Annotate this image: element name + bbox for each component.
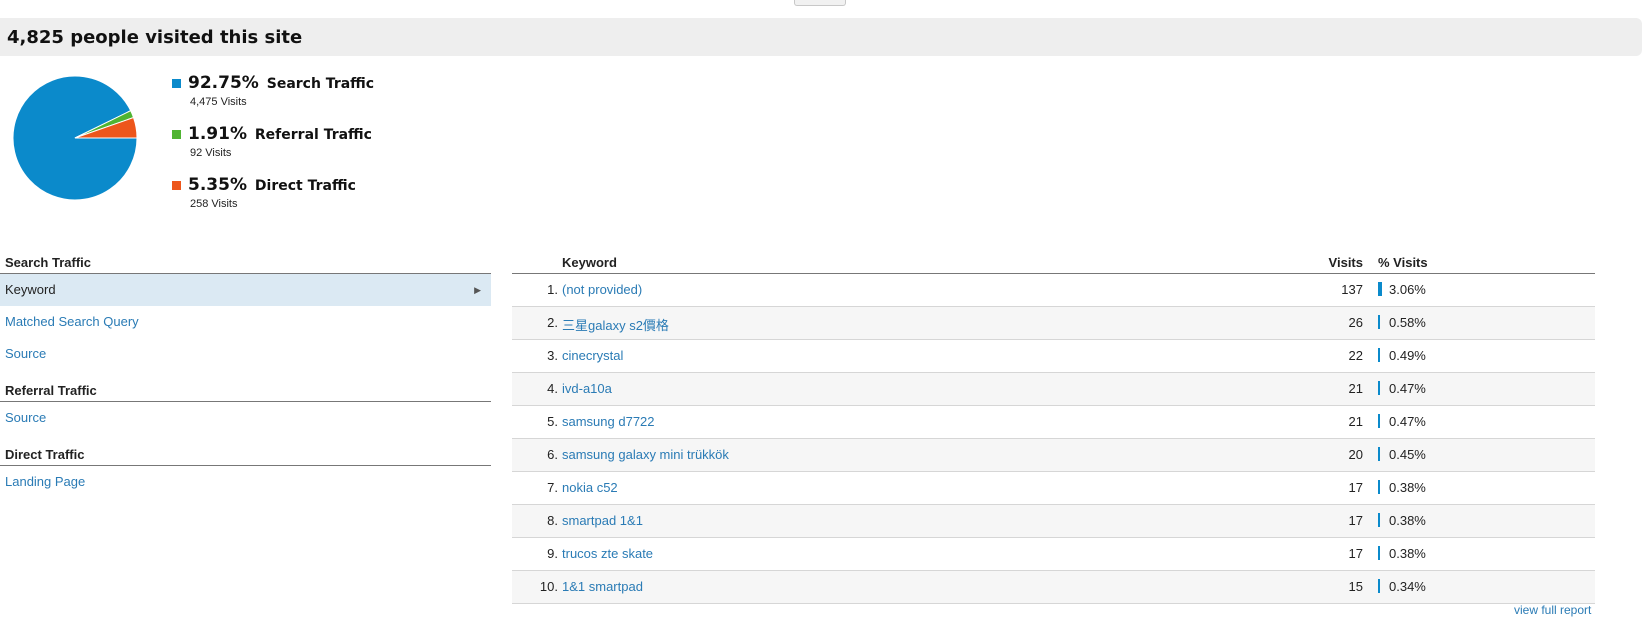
keyword-link[interactable]: samsung d7722 [562, 414, 655, 429]
keyword-link[interactable]: trucos zte skate [562, 546, 653, 561]
referral-label: Referral Traffic [254, 127, 372, 143]
nav-landing-page[interactable]: Landing Page [0, 466, 491, 498]
referral-swatch [172, 130, 181, 139]
pct-visits-value: 0.49% [1389, 348, 1426, 363]
row-rank: 2. [547, 315, 558, 330]
visits-value: 20 [1348, 447, 1363, 462]
visits-value: 17 [1348, 513, 1363, 528]
referral-traffic-heading: Referral Traffic [0, 380, 491, 402]
row-rank: 9. [547, 546, 558, 561]
table-row[interactable]: 3. cinecrystal 22 0.49% [512, 340, 1595, 373]
pct-bar [1378, 414, 1380, 428]
pct-bar [1378, 381, 1380, 395]
visits-value: 21 [1348, 414, 1363, 429]
direct-swatch [172, 181, 181, 190]
table-row[interactable]: 9. trucos zte skate 17 0.38% [512, 538, 1595, 571]
pct-visits-value: 0.38% [1389, 513, 1426, 528]
traffic-sources-nav: Search Traffic Keyword ▶ Matched Search … [0, 252, 491, 498]
keyword-link[interactable]: nokia c52 [562, 480, 618, 495]
nav-keyword[interactable]: Keyword ▶ [0, 274, 491, 306]
pct-visits-value: 0.38% [1389, 480, 1426, 495]
overview-header: 4,825 people visited this site [0, 18, 1642, 56]
keyword-link[interactable]: samsung galaxy mini trükkök [562, 447, 729, 462]
pct-bar [1378, 315, 1380, 329]
visits-value: 15 [1348, 579, 1363, 594]
visits-value: 21 [1348, 381, 1363, 396]
pct-visits-value: 0.34% [1389, 579, 1426, 594]
view-full-report-link[interactable]: view full report [1514, 603, 1591, 617]
keyword-table: Keyword Visits % Visits 1. (not provided)… [512, 252, 1595, 604]
table-row[interactable]: 2. 三星galaxy s2價格 26 0.58% [512, 307, 1595, 340]
row-rank: 1. [547, 282, 558, 297]
table-row[interactable]: 7. nokia c52 17 0.38% [512, 472, 1595, 505]
table-row[interactable]: 4. ivd-a10a 21 0.47% [512, 373, 1595, 406]
col-visits-header[interactable]: Visits [1329, 255, 1363, 270]
keyword-link[interactable]: smartpad 1&1 [562, 513, 643, 528]
page-title: 4,825 people visited this site [7, 27, 303, 48]
row-rank: 3. [547, 348, 558, 363]
keyword-link[interactable]: 1&1 smartpad [562, 579, 643, 594]
pct-visits-value: 0.45% [1389, 447, 1426, 462]
table-header: Keyword Visits % Visits [512, 252, 1595, 274]
referral-pct: 1.91% [188, 124, 247, 144]
pct-bar [1378, 579, 1380, 593]
pct-visits-value: 0.47% [1389, 414, 1426, 429]
table-row[interactable]: 6. samsung galaxy mini trükkök 20 0.45% [512, 439, 1595, 472]
pct-bar [1378, 447, 1380, 461]
visits-value: 137 [1341, 282, 1363, 297]
nav-matched-search-query[interactable]: Matched Search Query [0, 306, 491, 338]
search-swatch [172, 79, 181, 88]
direct-label: Direct Traffic [254, 178, 356, 194]
row-rank: 5. [547, 414, 558, 429]
nav-keyword-label: Keyword [5, 282, 56, 297]
keyword-link[interactable]: cinecrystal [562, 348, 623, 363]
row-rank: 4. [547, 381, 558, 396]
row-rank: 10. [539, 579, 558, 594]
pct-bar [1378, 282, 1382, 296]
search-visits: 4,475 Visits [190, 96, 247, 108]
pct-visits-value: 0.58% [1389, 315, 1426, 330]
row-rank: 7. [547, 480, 558, 495]
direct-pct: 5.35% [188, 175, 247, 195]
pct-bar [1378, 480, 1380, 494]
pct-bar [1378, 546, 1380, 560]
keyword-link[interactable]: ivd-a10a [562, 381, 612, 396]
traffic-pie-chart [12, 75, 138, 201]
search-traffic-heading: Search Traffic [0, 252, 491, 274]
keyword-link[interactable]: (not provided) [562, 282, 642, 297]
search-label: Search Traffic [266, 76, 375, 92]
direct-visits: 258 Visits [190, 198, 238, 210]
table-row[interactable]: 5. samsung d7722 21 0.47% [512, 406, 1595, 439]
visits-value: 22 [1348, 348, 1363, 363]
visits-value: 17 [1348, 480, 1363, 495]
nav-search-source[interactable]: Source [0, 338, 491, 370]
pct-visits-value: 0.38% [1389, 546, 1426, 561]
col-keyword-header[interactable]: Keyword [562, 255, 617, 270]
table-body: 1. (not provided) 137 3.06% 2. 三星galaxy s2價格 2… [512, 274, 1595, 604]
table-row[interactable]: 1. (not provided) 137 3.06% [512, 274, 1595, 307]
row-rank: 6. [547, 447, 558, 462]
triangle-right-icon: ▶ [474, 285, 481, 295]
visits-value: 26 [1348, 315, 1363, 330]
nav-referral-source[interactable]: Source [0, 402, 491, 434]
collapse-tab[interactable] [794, 0, 846, 6]
keyword-link[interactable]: 三星galaxy s2價格 [562, 315, 669, 334]
pct-bar [1378, 513, 1380, 527]
visits-value: 17 [1348, 546, 1363, 561]
pct-bar [1378, 348, 1380, 362]
table-row[interactable]: 10. 1&1 smartpad 15 0.34% [512, 571, 1595, 604]
col-pct-visits-header[interactable]: % Visits [1378, 255, 1428, 270]
pct-visits-value: 0.47% [1389, 381, 1426, 396]
referral-visits: 92 Visits [190, 147, 232, 159]
search-pct: 92.75% [188, 73, 259, 93]
row-rank: 8. [547, 513, 558, 528]
direct-traffic-heading: Direct Traffic [0, 444, 491, 466]
table-row[interactable]: 8. smartpad 1&1 17 0.38% [512, 505, 1595, 538]
pct-visits-value: 3.06% [1389, 282, 1426, 297]
